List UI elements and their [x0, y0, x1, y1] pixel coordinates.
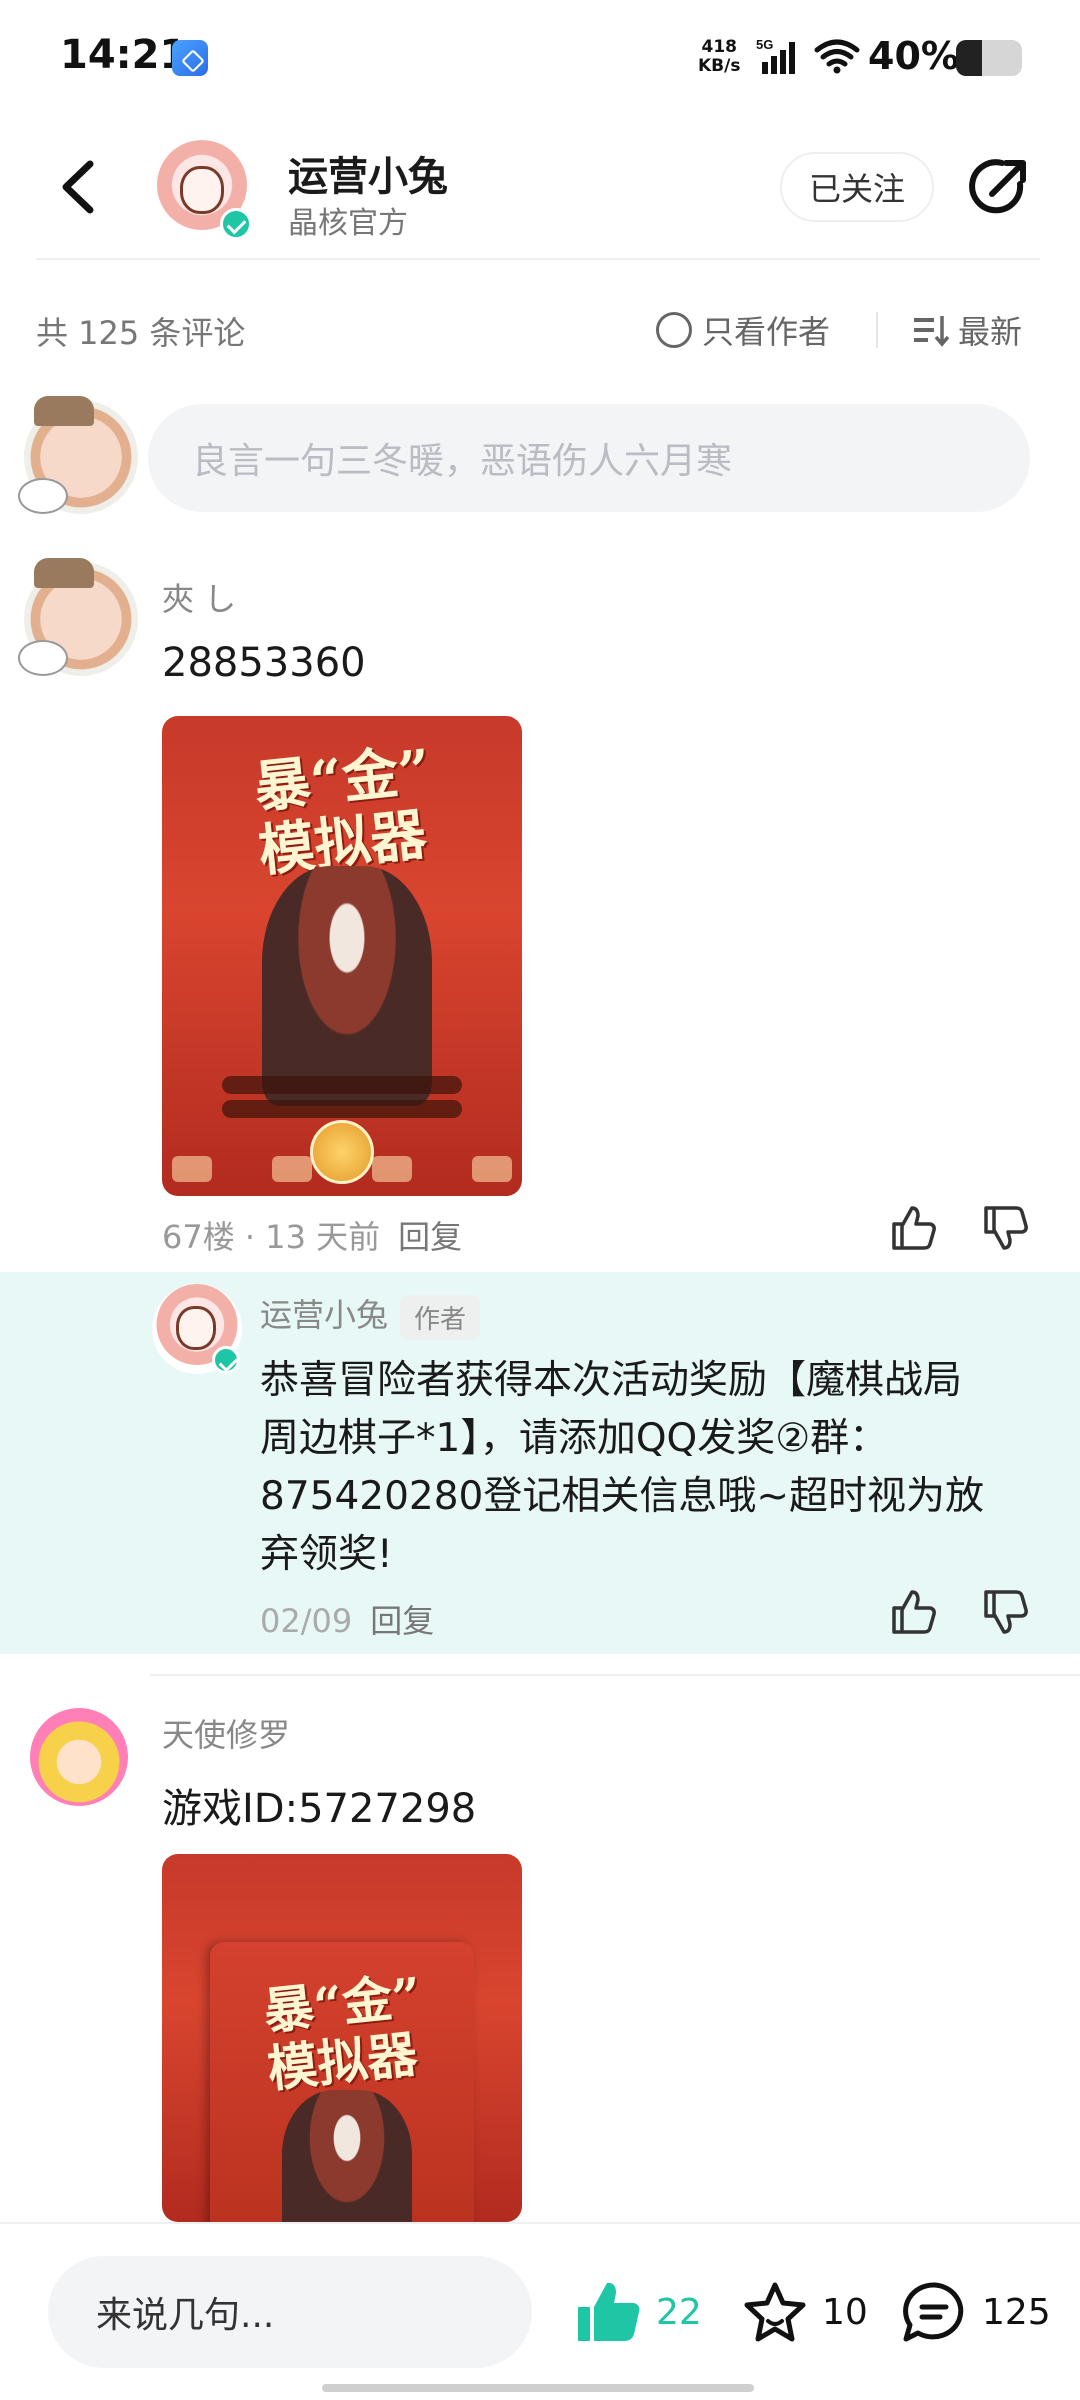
bottom-comment-input[interactable]: 来说几句... — [48, 2256, 532, 2368]
comment-input[interactable]: 良言一句三冬暖，恶语伤人六月寒 — [148, 404, 1030, 512]
only-author-label: 只看作者 — [702, 313, 831, 351]
like-icon[interactable] — [888, 1202, 940, 1254]
comment-text: 游戏ID:5727298 — [162, 1786, 477, 1832]
comment-text: 28853360 — [162, 640, 366, 686]
comment-count: 共 125 条评论 — [36, 314, 246, 352]
dislike-icon[interactable] — [980, 1202, 1032, 1254]
comment-image[interactable]: 暴“金” 模拟器 — [162, 1854, 522, 2222]
star-icon — [744, 2282, 806, 2342]
my-avatar[interactable] — [18, 396, 138, 514]
comment-stat[interactable]: 125 — [900, 2276, 1051, 2348]
only-author-toggle[interactable]: 只看作者 — [656, 306, 830, 354]
reply-author-name[interactable]: 运营小兔 — [260, 1296, 388, 1334]
verified-badge-icon — [212, 1346, 240, 1374]
divider — [36, 258, 1040, 260]
reply-author-avatar[interactable] — [152, 1284, 242, 1374]
comment-meta: 67楼 · 13 天前 回复 — [162, 1212, 462, 1258]
comment-image[interactable]: 暴“金” 模拟器 — [162, 716, 522, 1196]
author-tag: 作者 — [400, 1294, 481, 1340]
reply-button[interactable]: 回复 — [370, 1602, 434, 1640]
post-header: 运营小兔 晶核官方 已关注 — [0, 130, 1080, 260]
battery-percent: 40% — [868, 34, 959, 78]
cellular-signal-icon: 5G — [756, 37, 795, 74]
reply-text-line: 875420280登记相关信息哦~超时视为放 — [260, 1474, 984, 1519]
reply-text-line: 弃领奖! — [260, 1532, 393, 1577]
back-button[interactable] — [50, 152, 110, 222]
divider — [876, 312, 878, 348]
reply-text-line: 恭喜冒险者获得本次活动奖励【魔棋战局 — [260, 1358, 963, 1403]
reply-meta: 02/09 回复 — [260, 1596, 434, 1642]
reply-text-line: 周边棋子*1】，请添加QQ发奖②群： — [260, 1416, 889, 1461]
author-name[interactable]: 运营小兔 — [288, 144, 448, 202]
comment-total: 125 — [982, 2291, 1051, 2333]
battery-icon — [956, 40, 1022, 76]
like-count: 22 — [656, 2291, 702, 2333]
sort-icon — [914, 316, 950, 347]
comments-toolbar: 共 125 条评论 只看作者 最新 — [0, 300, 1080, 360]
comment-bubble-icon — [903, 2282, 964, 2342]
commenter-name[interactable]: 夾 し — [162, 574, 236, 620]
network-type: 5G — [756, 37, 773, 52]
reply-author-row: 运营小兔 作者 — [260, 1290, 481, 1340]
divider — [150, 1674, 1080, 1676]
favorite-stat[interactable]: 10 — [740, 2276, 868, 2348]
author-subtitle: 晶核官方 — [288, 206, 408, 241]
app-notification-icon — [172, 40, 208, 76]
home-indicator — [322, 2384, 754, 2392]
network-speed-value: 418 — [701, 37, 737, 57]
commenter-avatar[interactable] — [30, 1708, 128, 1806]
network-speed: 418 KB/s — [698, 38, 740, 76]
dislike-icon[interactable] — [980, 1586, 1032, 1638]
verified-badge-icon — [220, 208, 252, 240]
like-stat[interactable]: 22 — [574, 2276, 702, 2348]
share-icon[interactable] — [966, 154, 1032, 220]
status-bar: 14:21 418 KB/s 5G 40% — [0, 0, 1080, 115]
author-reply: 运营小兔 作者 恭喜冒险者获得本次活动奖励【魔棋战局 周边棋子*1】，请添加QQ发… — [0, 1272, 1080, 1654]
follow-button[interactable]: 已关注 — [780, 152, 934, 222]
commenter-avatar[interactable] — [18, 558, 138, 676]
reply-text: 恭喜冒险者获得本次活动奖励【魔棋战局 周边棋子*1】，请添加QQ发奖②群： 87… — [260, 1352, 984, 1584]
radio-circle-icon — [656, 312, 692, 348]
comment-floor-time: 67楼 · 13 天前 — [162, 1218, 381, 1256]
like-icon[interactable] — [888, 1586, 940, 1638]
network-speed-unit: KB/s — [698, 56, 741, 76]
wifi-icon — [814, 39, 860, 74]
commenter-name[interactable]: 天使修罗 — [162, 1710, 290, 1756]
bottom-action-bar: 来说几句... 22 10 125 — [0, 2222, 1080, 2400]
status-time: 14:21 — [60, 32, 188, 78]
reply-button[interactable]: 回复 — [398, 1218, 462, 1256]
sort-label: 最新 — [958, 313, 1023, 351]
thumbs-up-filled-icon — [578, 2282, 640, 2341]
favorite-count: 10 — [822, 2291, 868, 2333]
author-avatar[interactable] — [152, 140, 252, 240]
reply-date: 02/09 — [260, 1602, 353, 1640]
sort-button[interactable]: 最新 — [912, 306, 1022, 354]
